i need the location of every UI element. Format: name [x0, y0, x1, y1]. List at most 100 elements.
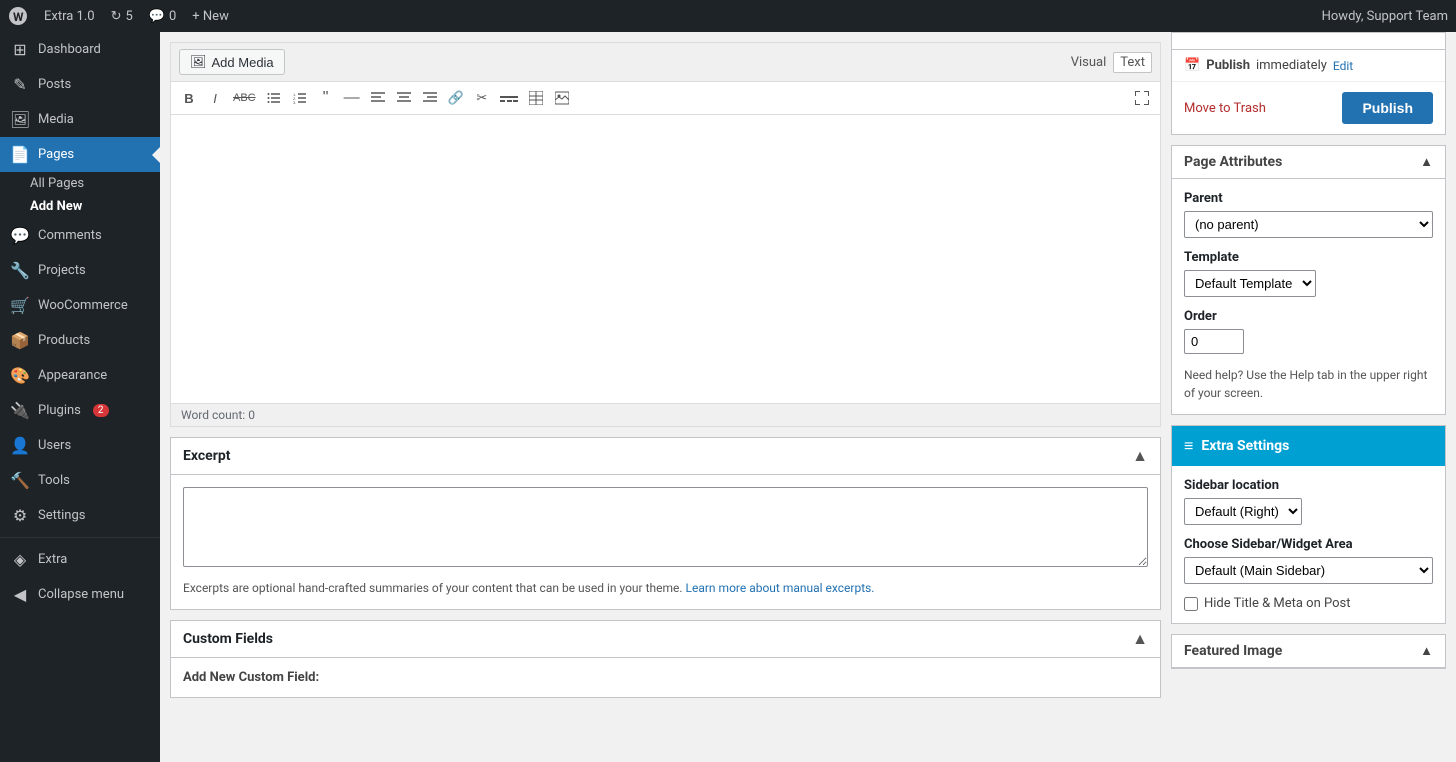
editor-column: 🖼 Add Media Visual Text B I ABC 1.2	[160, 32, 1171, 762]
hide-title-label[interactable]: Hide Title & Meta on Post	[1204, 596, 1351, 611]
order-input[interactable]: 0	[1184, 329, 1244, 354]
sidebar-item-posts[interactable]: ✎ Posts	[0, 67, 160, 102]
sidebar-location-label: Sidebar location	[1184, 478, 1433, 493]
template-label: Template	[1184, 250, 1433, 265]
toolbar-hr[interactable]: —	[340, 86, 364, 110]
excerpt-header[interactable]: Excerpt ▲	[171, 438, 1160, 475]
pages-arrow	[152, 147, 160, 163]
top-bar: W Extra 1.0 ↻ 5 💬 0 + New Howdy, Support…	[0, 0, 1456, 32]
comments-count[interactable]: 💬 0	[149, 9, 177, 24]
publish-edit-link[interactable]: Edit	[1333, 59, 1353, 73]
sidebar-item-products[interactable]: 📦 Products	[0, 323, 160, 358]
choose-sidebar-select[interactable]: Default (Main Sidebar)Secondary Sidebar	[1184, 557, 1433, 584]
page-attributes-header[interactable]: Page Attributes ▲	[1172, 146, 1445, 179]
sidebar-sub-all-pages[interactable]: All Pages	[0, 172, 160, 195]
settings-icon: ⚙	[10, 506, 30, 525]
editor-toolbar: B I ABC 1.2.3. " —	[170, 81, 1161, 114]
featured-image-panel: Featured Image ▲	[1171, 634, 1446, 669]
sidebar-item-appearance[interactable]: 🎨 Appearance	[0, 358, 160, 393]
pages-icon: 📄	[10, 145, 30, 164]
sidebar-item-woocommerce[interactable]: 🛒 WooCommerce	[0, 288, 160, 323]
sidebar-item-settings[interactable]: ⚙ Settings	[0, 498, 160, 533]
toolbar-blockquote[interactable]: "	[314, 86, 338, 110]
extra-settings-icon: ≡	[1184, 436, 1193, 456]
toolbar-expand[interactable]	[1130, 88, 1154, 108]
publish-panel-header	[1172, 33, 1445, 50]
plugins-icon: 🔌	[10, 401, 30, 420]
sidebar-item-dashboard[interactable]: ⊞ Dashboard	[0, 32, 160, 67]
sidebar-item-users[interactable]: 👤 Users	[0, 428, 160, 463]
custom-fields-header[interactable]: Custom Fields ▲	[171, 621, 1160, 658]
toolbar-unlink[interactable]: ✂	[470, 87, 494, 109]
toolbar-link[interactable]: 🔗	[444, 87, 468, 109]
publish-actions: Move to Trash Publish	[1172, 82, 1445, 134]
toolbar-bold[interactable]: B	[177, 88, 201, 109]
publish-immediately: 📅 Publish immediately Edit	[1172, 50, 1445, 82]
toolbar-align-center[interactable]	[392, 88, 416, 108]
editor-body[interactable]	[170, 114, 1161, 404]
tab-visual[interactable]: Visual	[1064, 52, 1114, 73]
word-count: Word count: 0	[170, 404, 1161, 427]
excerpt-learn-more[interactable]: Learn more about manual excerpts.	[686, 581, 875, 595]
featured-image-header[interactable]: Featured Image ▲	[1172, 635, 1445, 668]
tab-text[interactable]: Text	[1113, 52, 1152, 73]
toolbar-insert-more[interactable]	[496, 88, 522, 108]
add-custom-field-label: Add New Custom Field:	[183, 670, 1148, 685]
excerpt-toggle[interactable]: ▲	[1132, 446, 1148, 466]
appearance-icon: 🎨	[10, 366, 30, 385]
add-media-button[interactable]: 🖼 Add Media	[179, 49, 285, 75]
excerpt-textarea[interactable]	[183, 487, 1148, 567]
custom-fields-toggle[interactable]: ▲	[1132, 629, 1148, 649]
move-to-trash-link[interactable]: Move to Trash	[1184, 101, 1266, 116]
toolbar-ordered-list[interactable]: 1.2.3.	[288, 88, 312, 108]
parent-group: Parent (no parent)HomeAbout	[1184, 191, 1433, 238]
site-name[interactable]: Extra 1.0	[44, 9, 95, 24]
extra-icon: ◈	[10, 550, 30, 569]
publish-button[interactable]: Publish	[1342, 92, 1433, 124]
attr-help: Need help? Use the Help tab in the upper…	[1184, 366, 1433, 402]
excerpt-title: Excerpt	[183, 448, 230, 464]
sidebar-item-media[interactable]: 🖼 Media	[0, 102, 160, 137]
svg-text:3.: 3.	[293, 100, 296, 105]
sidebar-item-projects[interactable]: 🔧 Projects	[0, 253, 160, 288]
wp-logo[interactable]: W	[8, 6, 28, 26]
toolbar-unordered-list[interactable]	[262, 88, 286, 108]
toolbar-image[interactable]	[550, 88, 574, 108]
page-attributes-toggle[interactable]: ▲	[1420, 154, 1433, 170]
featured-image-toggle[interactable]: ▲	[1420, 643, 1433, 659]
featured-image-title: Featured Image	[1184, 643, 1282, 659]
toolbar-table[interactable]	[524, 88, 548, 108]
sidebar-item-comments[interactable]: 💬 Comments	[0, 218, 160, 253]
sidebar-item-plugins[interactable]: 🔌 Plugins 2	[0, 393, 160, 428]
sidebar: ⊞ Dashboard ✎ Posts 🖼 Media 📄 Pages All …	[0, 32, 160, 762]
calendar-icon: 📅	[1184, 58, 1200, 73]
order-group: Order 0	[1184, 309, 1433, 354]
users-icon: 👤	[10, 436, 30, 455]
projects-icon: 🔧	[10, 261, 30, 280]
new-button[interactable]: + New	[192, 9, 229, 24]
collapse-icon: ◀	[10, 585, 30, 604]
page-attributes-body: Parent (no parent)HomeAbout Template Def…	[1172, 179, 1445, 414]
sidebar-sub-add-new[interactable]: Add New	[0, 195, 160, 218]
tools-icon: 🔨	[10, 471, 30, 490]
toolbar-italic[interactable]: I	[203, 88, 227, 109]
sidebar-location-select[interactable]: Default (Right)LeftNone	[1184, 498, 1302, 525]
updates-count[interactable]: ↻ 5	[111, 9, 133, 24]
page-attributes-panel: Page Attributes ▲ Parent (no parent)Home…	[1171, 145, 1446, 415]
sidebar-item-pages[interactable]: 📄 Pages	[0, 137, 160, 172]
content-area: 🖼 Add Media Visual Text B I ABC 1.2	[160, 32, 1456, 762]
toolbar-align-right[interactable]	[418, 88, 442, 108]
toolbar-align-left[interactable]	[366, 88, 390, 108]
template-select[interactable]: Default TemplateFull WidthBlank	[1184, 270, 1316, 297]
extra-settings-body: Sidebar location Default (Right)LeftNone…	[1172, 466, 1445, 623]
visual-text-tabs: Visual Text	[1056, 43, 1160, 81]
plugins-badge: 2	[93, 404, 109, 417]
sidebar-item-extra[interactable]: ◈ Extra	[0, 542, 160, 577]
hide-title-checkbox[interactable]	[1184, 597, 1198, 611]
collapse-menu[interactable]: ◀ Collapse menu	[0, 577, 160, 612]
products-icon: 📦	[10, 331, 30, 350]
comments-icon: 💬	[10, 226, 30, 245]
sidebar-item-tools[interactable]: 🔨 Tools	[0, 463, 160, 498]
parent-select[interactable]: (no parent)HomeAbout	[1184, 211, 1433, 238]
toolbar-strikethrough[interactable]: ABC	[229, 89, 260, 107]
